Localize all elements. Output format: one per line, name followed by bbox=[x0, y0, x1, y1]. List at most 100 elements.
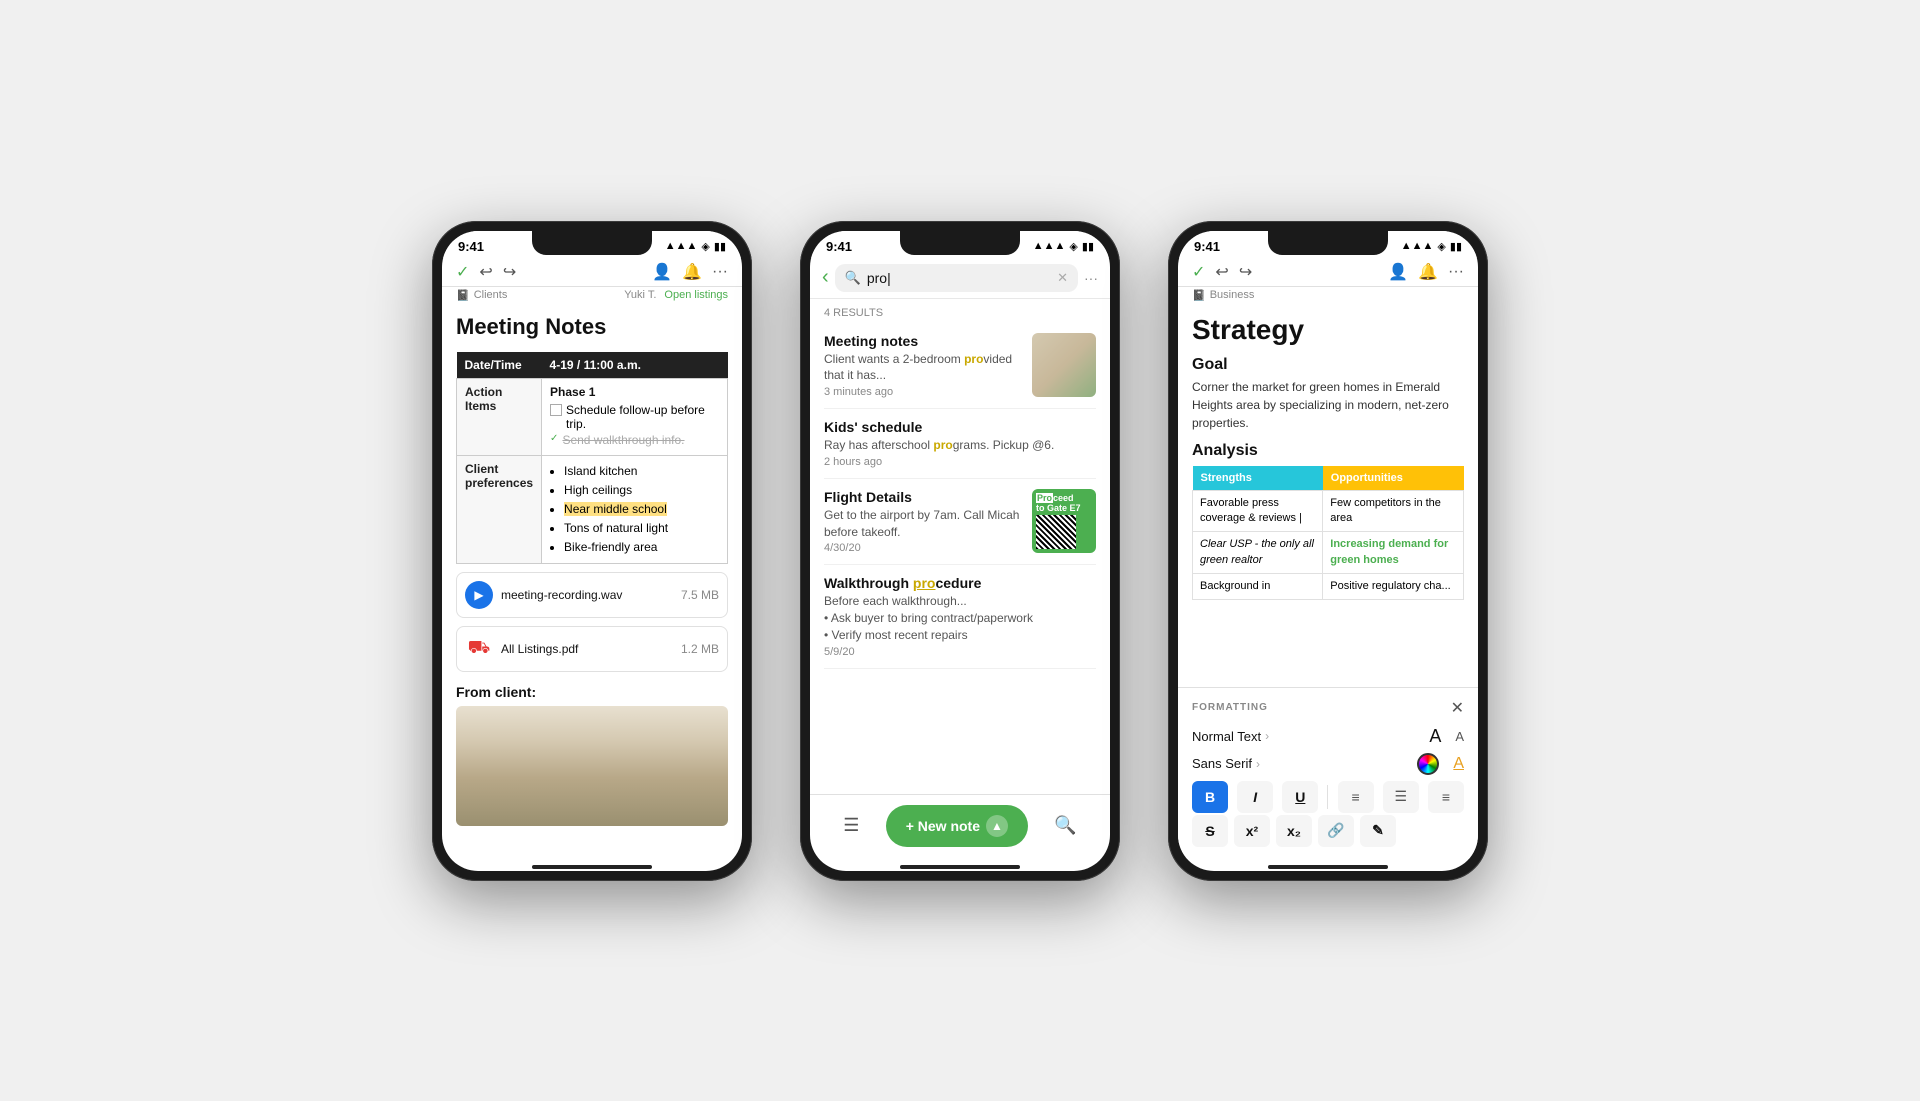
format-clear-button[interactable]: ✎ bbox=[1360, 815, 1396, 847]
divider-1 bbox=[1327, 785, 1328, 809]
fmt-sans-serif[interactable]: Sans Serif › bbox=[1192, 756, 1417, 771]
breadcrumb-3: 📓 Business bbox=[1178, 287, 1478, 306]
underline-button[interactable]: U bbox=[1282, 781, 1318, 813]
results-count: 4 RESULTS bbox=[810, 299, 1110, 323]
bottom-bar-2: ☰ + New note ▲ 🔍 bbox=[810, 794, 1110, 859]
client-photo bbox=[456, 706, 728, 826]
pdf-icon: ⛟ bbox=[465, 635, 493, 663]
bullet-5: Bike-friendly area bbox=[564, 538, 719, 557]
color-picker-icon[interactable] bbox=[1417, 753, 1439, 775]
person-icon[interactable]: 👤 bbox=[652, 262, 672, 282]
new-note-arrow-icon: ▲ bbox=[986, 815, 1008, 837]
align-left-button[interactable]: ≡ bbox=[1338, 781, 1374, 813]
bold-button[interactable]: B bbox=[1192, 781, 1228, 813]
home-bar-3 bbox=[1268, 865, 1388, 869]
search-icon: 🔍 bbox=[845, 270, 861, 286]
new-note-button[interactable]: + New note ▲ bbox=[886, 805, 1028, 847]
search-bar-row: ‹ 🔍 pro| ✕ ··· bbox=[810, 258, 1110, 299]
attachment-wav[interactable]: ▶ meeting-recording.wav 7.5 MB bbox=[456, 572, 728, 618]
undo-icon[interactable]: ↩ bbox=[479, 262, 492, 282]
bell-icon-3[interactable]: 🔔 bbox=[1418, 262, 1438, 282]
breadcrumb-label-3: Business bbox=[1210, 289, 1255, 301]
italic-button[interactable]: I bbox=[1237, 781, 1273, 813]
goal-text: Corner the market for green homes in Eme… bbox=[1192, 378, 1464, 432]
swot-o3: Positive regulatory cha... bbox=[1323, 574, 1464, 600]
redo-icon-3[interactable]: ↪ bbox=[1239, 262, 1252, 282]
swot-o1: Few competitors in the area bbox=[1323, 490, 1464, 532]
undo-icon-3[interactable]: ↩ bbox=[1215, 262, 1228, 282]
analysis-heading: Analysis bbox=[1192, 442, 1464, 460]
fmt-close-button[interactable]: ✕ bbox=[1451, 698, 1464, 718]
toolbar-3: ✓ ↩ ↪ 👤 🔔 ··· bbox=[1178, 258, 1478, 287]
result-item-4[interactable]: Walkthrough procedure Before each walkth… bbox=[824, 565, 1096, 668]
text-small-icon[interactable]: A bbox=[1455, 729, 1464, 744]
swot-o2: Increasing demand for green homes bbox=[1323, 532, 1464, 574]
swot-row-2: Clear USP - the only all green realtor I… bbox=[1193, 532, 1464, 574]
swot-s1: Favorable press coverage & reviews | bbox=[1193, 490, 1323, 532]
note-title-1: Meeting Notes bbox=[456, 314, 728, 340]
wifi-icon-3: ◈ bbox=[1437, 240, 1445, 253]
wifi-icon-2: ◈ bbox=[1069, 240, 1077, 253]
fmt-row-normal: Normal Text › A A bbox=[1192, 726, 1464, 747]
open-listings-link[interactable]: Open listings bbox=[664, 289, 728, 301]
result-title-1: Meeting notes bbox=[824, 333, 1022, 349]
redo-icon[interactable]: ↪ bbox=[503, 262, 516, 282]
result-text-1: Meeting notes Client wants a 2-bedroom p… bbox=[824, 333, 1022, 399]
align-right-button[interactable]: ≡ bbox=[1428, 781, 1464, 813]
result-item-3[interactable]: Flight Details Get to the airport by 7am… bbox=[824, 479, 1096, 566]
chevron-normal-icon: › bbox=[1265, 729, 1269, 743]
goal-section: Goal Corner the market for green homes i… bbox=[1192, 356, 1464, 432]
swot-s3: Background in bbox=[1193, 574, 1323, 600]
attach-wav-name: meeting-recording.wav bbox=[501, 588, 673, 602]
search-input[interactable]: pro| bbox=[867, 270, 1051, 286]
bullet-2: High ceilings bbox=[564, 481, 719, 500]
checkmark-icon[interactable]: ✓ bbox=[456, 262, 469, 282]
result-text-3: Flight Details Get to the airport by 7am… bbox=[824, 489, 1022, 555]
text-large-icon[interactable]: A bbox=[1429, 726, 1441, 747]
notebook-icon: 📓 bbox=[456, 289, 470, 302]
more-icon-3[interactable]: ··· bbox=[1448, 263, 1464, 281]
result-title-2: Kids' schedule bbox=[824, 419, 1096, 435]
link-button[interactable]: 🔗 bbox=[1318, 815, 1354, 847]
text-color-icon[interactable]: A bbox=[1453, 755, 1464, 773]
bell-icon[interactable]: 🔔 bbox=[682, 262, 702, 282]
preferences-label: Clientpreferences bbox=[457, 455, 542, 564]
action-items-content: Phase 1 Schedule follow-up before trip. … bbox=[542, 378, 728, 455]
result-text-4: Walkthrough procedure Before each walkth… bbox=[824, 575, 1096, 657]
superscript-button[interactable]: x² bbox=[1234, 815, 1270, 847]
scene: 9:41 ▲▲▲ ◈ ▮▮ ✓ ↩ ↪ 👤 🔔 ··· bbox=[0, 0, 1920, 1101]
attachment-pdf[interactable]: ⛟ All Listings.pdf 1.2 MB bbox=[456, 626, 728, 672]
time-1: 9:41 bbox=[458, 239, 484, 254]
more-options-icon[interactable]: ··· bbox=[1084, 270, 1098, 286]
checkbox-label-1: Schedule follow-up before trip. bbox=[566, 403, 719, 431]
battery-icon: ▮▮ bbox=[714, 240, 726, 253]
result-item-2[interactable]: Kids' schedule Ray has afterschool progr… bbox=[824, 409, 1096, 479]
search-box[interactable]: 🔍 pro| ✕ bbox=[835, 264, 1078, 292]
search-bottom-icon[interactable]: 🔍 bbox=[1054, 815, 1076, 836]
fmt-color-icons: A bbox=[1417, 753, 1464, 775]
checkmark-icon-3[interactable]: ✓ bbox=[1192, 262, 1205, 282]
hamburger-icon[interactable]: ☰ bbox=[843, 815, 859, 836]
person-icon-3[interactable]: 👤 bbox=[1388, 262, 1408, 282]
strikethrough-button[interactable]: S bbox=[1192, 815, 1228, 847]
back-button[interactable]: ‹ bbox=[822, 266, 829, 289]
battery-icon-2: ▮▮ bbox=[1082, 240, 1094, 253]
time-2: 9:41 bbox=[826, 239, 852, 254]
result-thumb-3: Proceedto Gate E7 bbox=[1032, 489, 1096, 553]
swot-row-3: Background in Positive regulatory cha... bbox=[1193, 574, 1464, 600]
table-header-col1: Date/Time bbox=[457, 352, 542, 379]
content-3: Strategy Goal Corner the market for gree… bbox=[1178, 306, 1478, 687]
result-thumb-1 bbox=[1032, 333, 1096, 397]
fmt-normal-text[interactable]: Normal Text › bbox=[1192, 729, 1429, 744]
table-header-col2: 4-19 / 11:00 a.m. bbox=[542, 352, 728, 379]
clear-icon[interactable]: ✕ bbox=[1057, 270, 1068, 286]
result-snippet-4: Before each walkthrough... • Ask buyer t… bbox=[824, 593, 1096, 643]
fmt-buttons-row: B I U ≡ ☰ ≡ bbox=[1192, 781, 1464, 813]
phone-2: 9:41 ▲▲▲ ◈ ▮▮ ‹ 🔍 pro| ✕ ··· 4 RESU bbox=[800, 221, 1120, 881]
result-item-1[interactable]: Meeting notes Client wants a 2-bedroom p… bbox=[824, 323, 1096, 410]
more-icon[interactable]: ··· bbox=[712, 263, 728, 281]
align-center-button[interactable]: ☰ bbox=[1383, 781, 1419, 813]
content-1: Meeting Notes Date/Time 4-19 / 11:00 a.m… bbox=[442, 306, 742, 859]
subscript-button[interactable]: x₂ bbox=[1276, 815, 1312, 847]
checkbox-1[interactable] bbox=[550, 404, 562, 416]
